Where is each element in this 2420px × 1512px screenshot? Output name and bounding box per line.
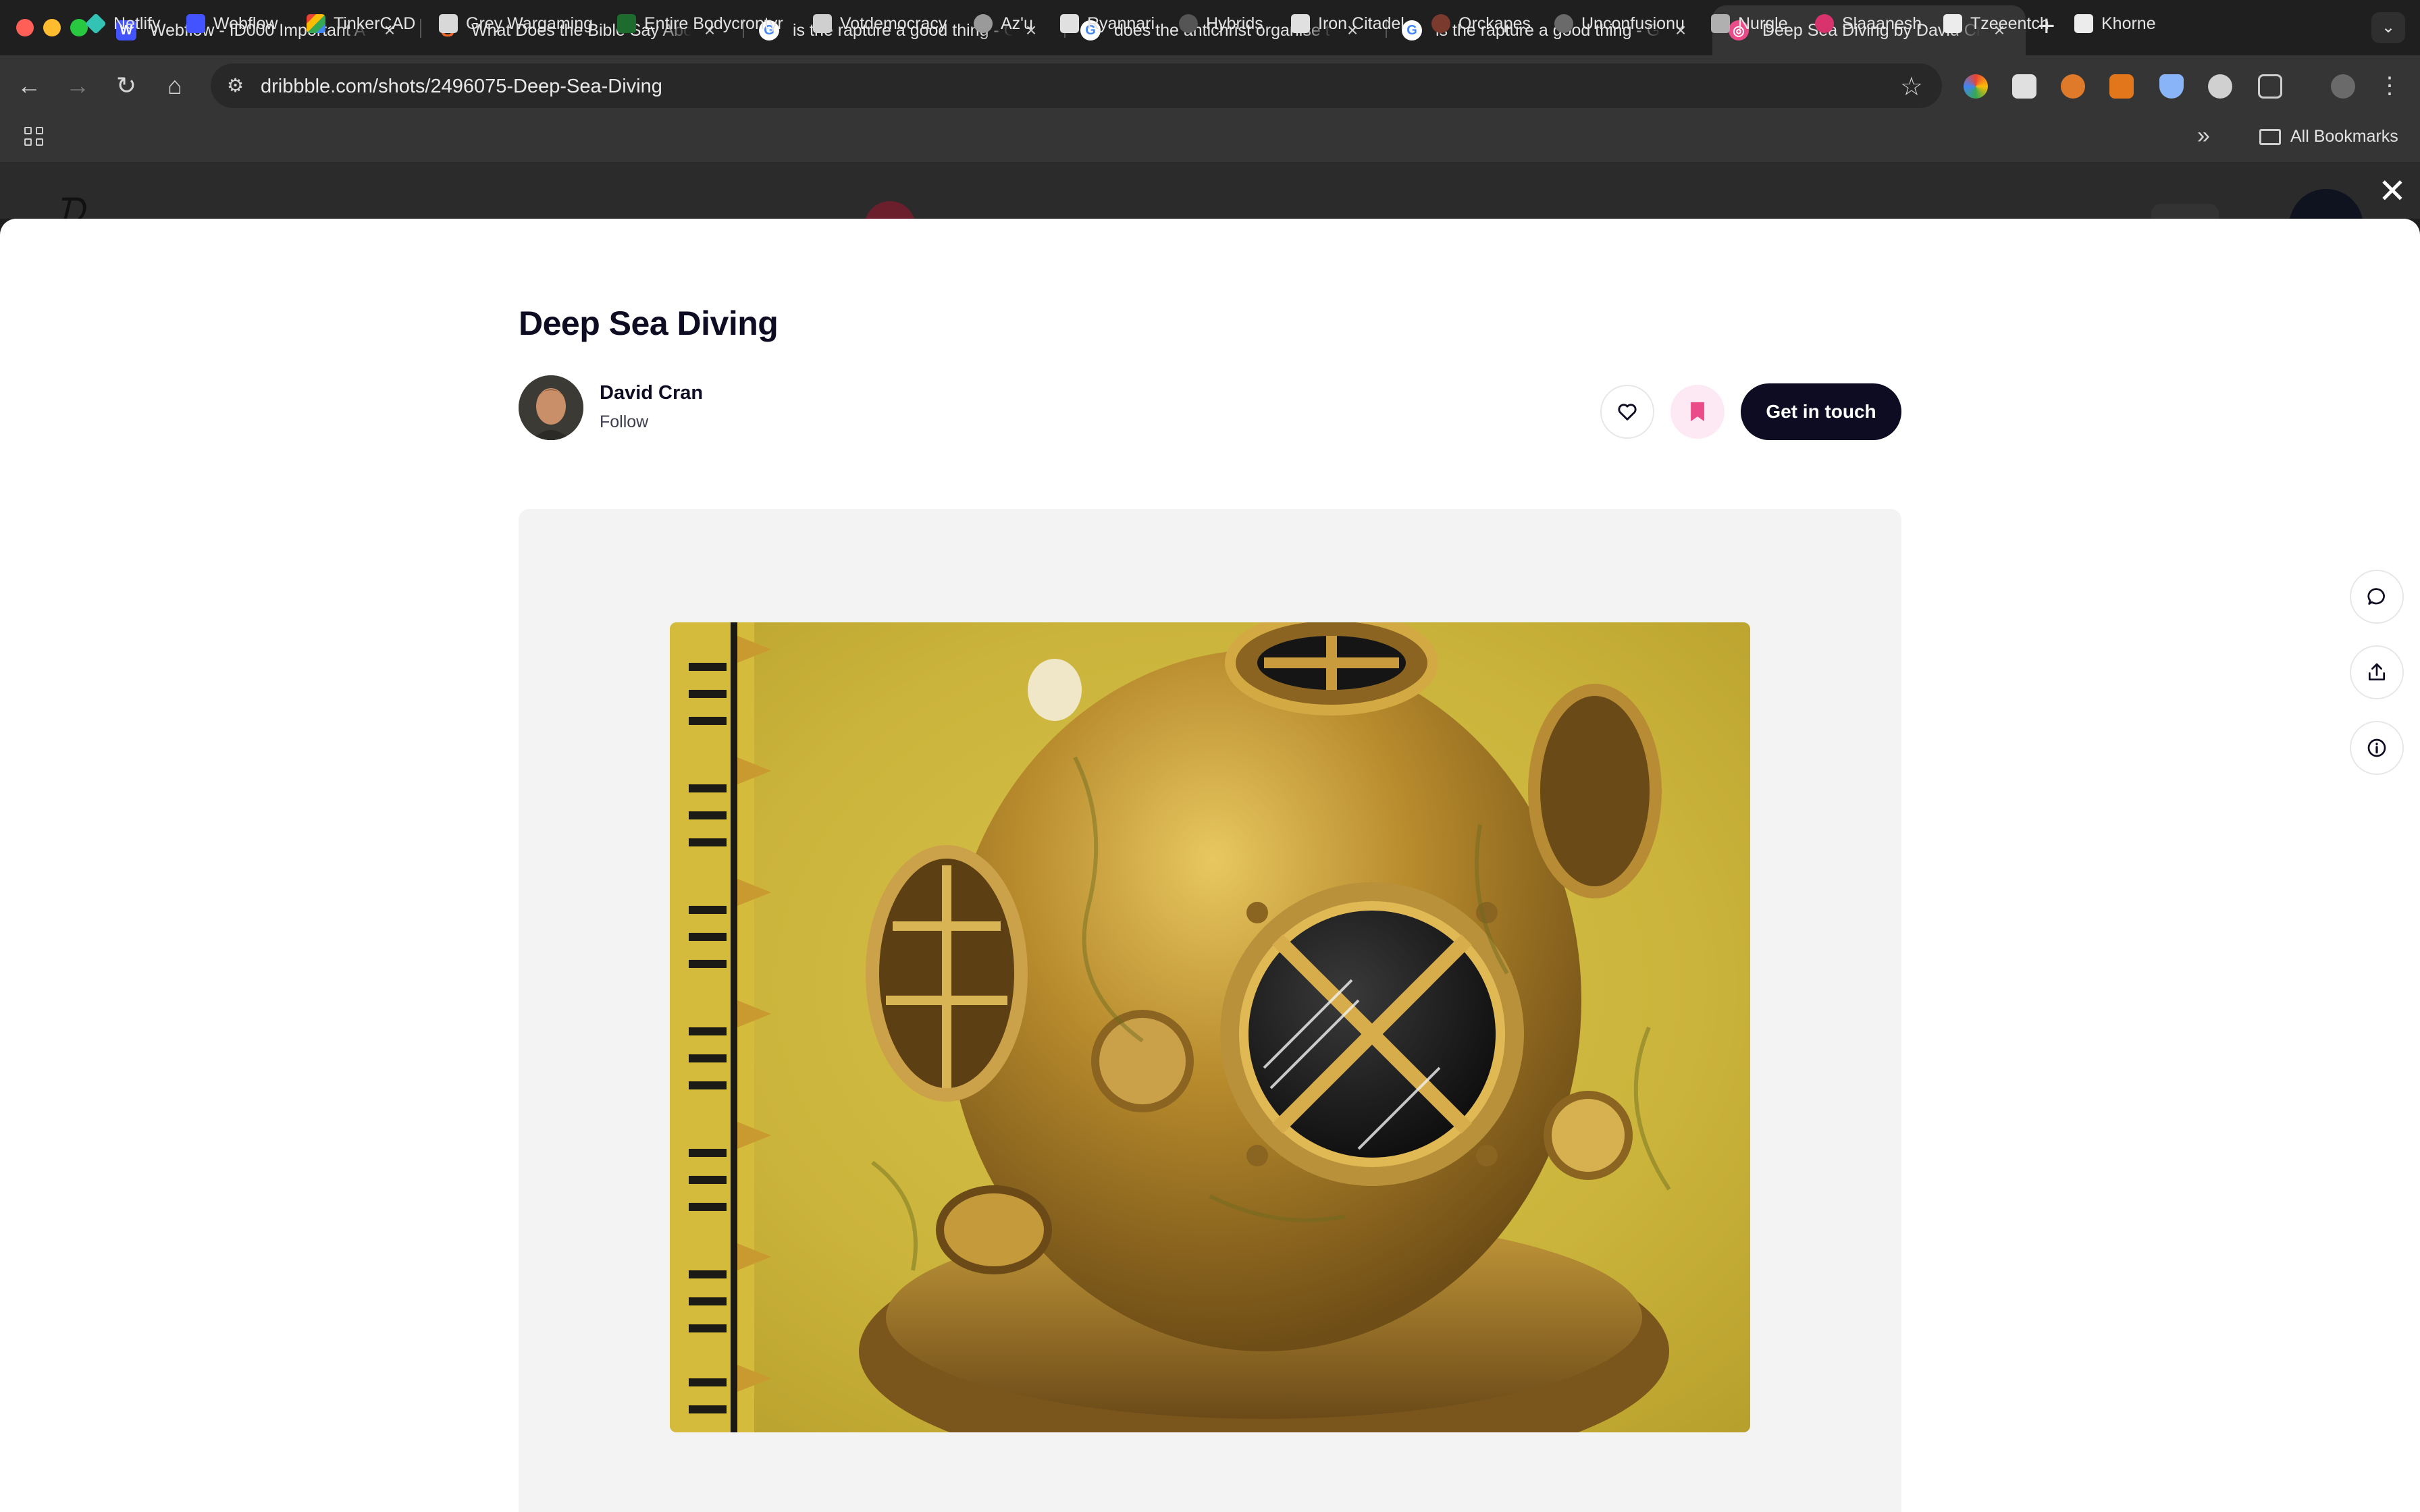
bookmarks-bar <box>0 116 2420 163</box>
bookmark-item[interactable]: Slaaanesh <box>1815 12 1922 35</box>
camera-extension-icon[interactable] <box>2208 74 2232 99</box>
azu-icon <box>974 14 993 33</box>
bodycrontyr-icon <box>617 14 636 33</box>
shield-extension-icon[interactable] <box>2159 74 2184 99</box>
extensions-puzzle-icon[interactable] <box>2258 74 2282 99</box>
iron-citadel-icon <box>1291 14 1310 33</box>
dribbble-logo: ᗪ <box>54 190 84 219</box>
follow-link[interactable]: Follow <box>600 412 648 432</box>
details-button[interactable] <box>2350 721 2404 775</box>
bookmark-item[interactable]: Orckapes <box>1431 12 1531 35</box>
bookmark-item[interactable]: Netlify <box>85 12 160 35</box>
page-title: Deep Sea Diving <box>519 304 779 342</box>
votdemocracy-icon <box>813 14 832 33</box>
backdrop-shape <box>864 201 916 219</box>
forward-icon[interactable]: → <box>62 70 93 101</box>
browser-toolbar: ← → ↻ ⌂ ⚙ dribbble.com/shots/2496075-Dee… <box>0 55 2420 116</box>
shot-modal: Deep Sea Diving David Cran Follow Get in… <box>0 219 2420 1512</box>
color-picker-extension-icon[interactable] <box>1964 74 1988 99</box>
nurgle-icon <box>1711 14 1730 33</box>
profile-avatar-icon[interactable] <box>2331 74 2355 99</box>
bookmark-item[interactable]: Grey Wargaming <box>439 12 593 35</box>
info-icon <box>2367 738 2386 757</box>
apps-grid-icon[interactable] <box>24 127 45 147</box>
tab-search-icon[interactable]: ⌄ <box>2371 12 2405 43</box>
avatar[interactable] <box>519 375 583 440</box>
address-bar[interactable]: ⚙ dribbble.com/shots/2496075-Deep-Sea-Di… <box>211 63 1942 108</box>
window-zoom-button[interactable] <box>70 19 88 36</box>
window-close-button[interactable] <box>16 19 34 36</box>
bookmark-item[interactable]: Webflow <box>186 12 278 35</box>
ryannari-icon <box>1060 14 1079 33</box>
share-button[interactable] <box>2350 645 2404 699</box>
backdrop-avatar <box>2289 189 2363 219</box>
back-icon[interactable]: ← <box>14 70 45 101</box>
bookmark-item[interactable]: Tzeeentch <box>1943 12 2049 35</box>
window-minimize-button[interactable] <box>43 19 61 36</box>
url-text[interactable]: dribbble.com/shots/2496075-Deep-Sea-Divi… <box>261 76 662 98</box>
bookmark-item[interactable]: TinkerCAD <box>307 12 415 35</box>
bookmark-item[interactable]: Entire Bodycrontyr <box>617 12 783 35</box>
like-button[interactable] <box>1600 385 1654 439</box>
reload-icon[interactable]: ↻ <box>111 70 142 101</box>
backdrop-shape <box>2151 204 2219 219</box>
bookmark-icon <box>1691 402 1704 422</box>
bookmark-item[interactable]: Votdemocracy <box>813 12 947 35</box>
bookmark-item[interactable]: Ryannari <box>1060 12 1155 35</box>
metamask-extension-icon[interactable] <box>2109 74 2134 99</box>
save-button[interactable] <box>1671 385 1725 439</box>
shot-image[interactable] <box>670 622 1750 1432</box>
slaaanesh-icon <box>1815 14 1834 33</box>
bookmark-item[interactable]: Nurgle <box>1711 12 1788 35</box>
comments-button[interactable] <box>2350 570 2404 624</box>
folder-icon <box>2259 128 2281 145</box>
unconfusionu-icon <box>1554 14 1573 33</box>
grey-wargaming-icon <box>439 14 458 33</box>
bookmark-star-icon[interactable]: ☆ <box>1900 72 1923 102</box>
webflow-icon <box>186 14 205 33</box>
tinkercad-icon <box>307 14 325 33</box>
site-settings-icon[interactable]: ⚙ <box>227 74 250 97</box>
browser-menu-icon[interactable]: ⋮ <box>2374 70 2405 101</box>
google-icon: G <box>1402 20 1422 40</box>
shot-media-frame <box>519 509 1901 1512</box>
orckapes-icon <box>1431 14 1450 33</box>
page-backdrop: ᗪ <box>0 163 2420 219</box>
home-icon[interactable]: ⌂ <box>159 70 190 101</box>
heart-icon <box>1618 404 1637 421</box>
comment-icon <box>2367 588 2385 605</box>
tzeeentch-icon <box>1943 14 1962 33</box>
khorne-icon <box>2074 14 2093 33</box>
bookmark-item[interactable]: Az'u <box>974 12 1033 35</box>
close-icon[interactable]: ✕ <box>2375 174 2409 208</box>
bookmark-item[interactable]: Iron Citadel <box>1291 12 1404 35</box>
author-name[interactable]: David Cran <box>600 382 703 404</box>
bookmarks-overflow-icon[interactable]: » <box>2197 123 2210 149</box>
get-in-touch-button[interactable]: Get in touch <box>1741 383 1901 440</box>
hybrids-icon <box>1179 14 1198 33</box>
all-bookmarks-button[interactable]: All Bookmarks <box>2259 127 2398 146</box>
diving-helmet-illustration <box>670 622 1750 1432</box>
bookmark-item[interactable]: Khorne <box>2074 12 2156 35</box>
netlify-icon <box>85 13 107 34</box>
bookmark-item[interactable]: Unconfusionu <box>1554 12 1685 35</box>
qr-code-extension-icon[interactable] <box>2012 74 2036 99</box>
share-icon <box>2369 663 2385 680</box>
profile-extension-icon[interactable] <box>2061 74 2085 99</box>
bookmark-item[interactable]: Hybrids <box>1179 12 1263 35</box>
